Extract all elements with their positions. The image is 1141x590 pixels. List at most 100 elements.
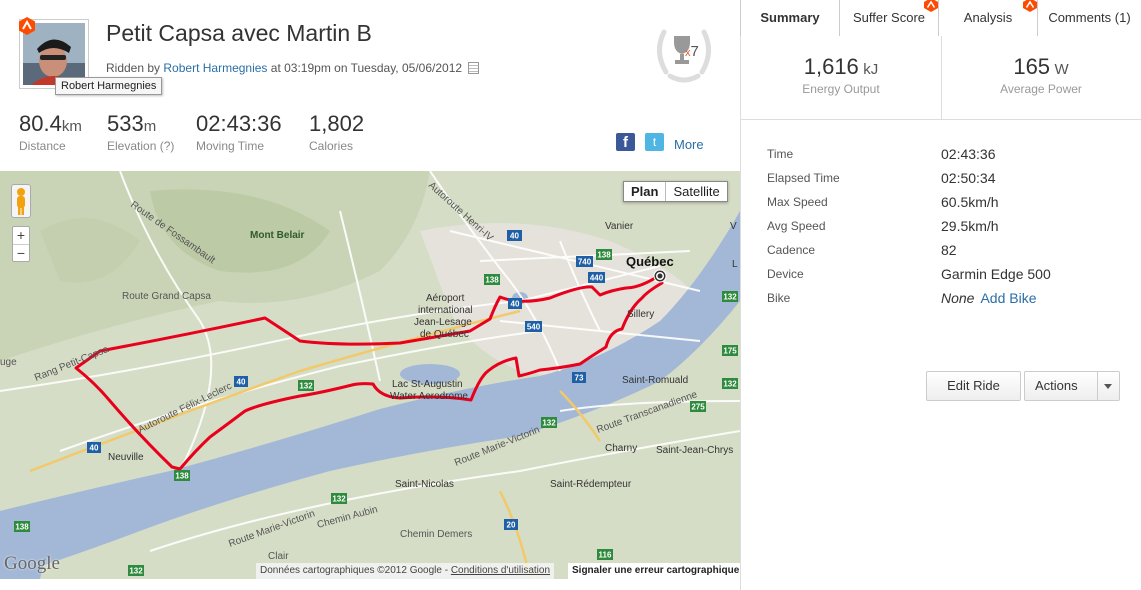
- svg-text:20: 20: [507, 521, 516, 530]
- hwy-shield-20: 20: [504, 519, 518, 530]
- hwy-shield-440: 440: [588, 272, 605, 283]
- label-de-quebec: de Québec: [420, 329, 469, 340]
- hwy-shield-138-a: 138: [596, 249, 612, 260]
- svg-text:138: 138: [15, 523, 29, 532]
- trophy-count: x7: [685, 43, 699, 60]
- map-type-satellite-button[interactable]: Satellite: [666, 182, 726, 201]
- label-jean-lesage: Jean-Lesage: [414, 317, 472, 328]
- activity-tabs: Summary Suffer Score Analysis Comments (…: [740, 0, 1141, 37]
- map-type-control: Plan Satellite: [623, 181, 728, 202]
- hwy-shield-40-d: 40: [87, 442, 101, 453]
- chevron-down-icon: [1104, 384, 1112, 389]
- map-type-plan-button[interactable]: Plan: [624, 182, 667, 201]
- tab-suffer-score[interactable]: Suffer Score: [839, 0, 938, 36]
- hwy-shield-138-c: 138: [174, 470, 190, 481]
- label-charny: Charny: [605, 443, 637, 454]
- premium-badge-icon: [19, 17, 35, 35]
- label-neuville: Neuville: [108, 452, 144, 463]
- hwy-shield-116: 116: [597, 549, 613, 560]
- hwy-shield-132-f: 132: [722, 378, 738, 389]
- map-data-credit: Données cartographiques ©2012 Google -: [260, 565, 449, 576]
- calendar-icon[interactable]: [468, 62, 480, 74]
- label-lac-st-augustin: Lac St-Augustin: [392, 379, 463, 390]
- svg-text:440: 440: [590, 274, 604, 283]
- hwy-shield-138-d: 138: [14, 521, 30, 532]
- route-map[interactable]: 40 740 138 440 540 138 40 138 40 73 132 …: [0, 171, 740, 579]
- bike-value: None: [941, 290, 975, 306]
- label-sillery: Sillery: [627, 309, 654, 320]
- tab-summary[interactable]: Summary: [740, 0, 839, 37]
- svg-text:40: 40: [237, 378, 246, 387]
- svg-text:40: 40: [90, 444, 99, 453]
- label-vanier: Vanier: [605, 221, 634, 232]
- stat-distance: 80.4km Distance: [19, 111, 82, 153]
- label-chemin-demers: Chemin Demers: [400, 529, 472, 540]
- hwy-shield-175: 175: [722, 345, 738, 356]
- hwy-shield-132-b: 132: [331, 493, 347, 504]
- stat-elevation-label[interactable]: Elevation (?): [107, 139, 174, 153]
- svg-text:132: 132: [299, 382, 313, 391]
- hwy-shield-740: 740: [576, 256, 593, 267]
- label-uge: uge: [0, 357, 17, 368]
- svg-text:275: 275: [691, 403, 705, 412]
- map-attribution: Données cartographiques ©2012 Google - C…: [256, 563, 555, 579]
- svg-text:138: 138: [175, 472, 189, 481]
- stat-calories-label: Calories: [309, 139, 354, 153]
- tab-comments[interactable]: Comments (1): [1037, 0, 1141, 36]
- hwy-shield-132-d: 132: [722, 291, 738, 302]
- svg-text:175: 175: [723, 347, 737, 356]
- stat-calories: 1,802 Calories: [309, 111, 365, 153]
- hwy-shield-132-e: 132: [128, 565, 144, 576]
- zoom-control: + −: [12, 226, 30, 262]
- label-quebec: Québec: [626, 254, 674, 269]
- premium-flag-icon: [1023, 0, 1037, 12]
- svg-text:132: 132: [723, 380, 737, 389]
- twitter-share-icon[interactable]: t: [645, 133, 664, 151]
- label-route-grand-capsa: Route Grand Capsa: [122, 291, 211, 302]
- label-international: international: [418, 305, 472, 316]
- ridden-prefix: Ridden by: [106, 61, 161, 75]
- average-power: 165 W Average Power: [1000, 54, 1082, 96]
- label-saint-redempteur: Saint-Rédempteur: [550, 479, 632, 490]
- activity-title: Petit Capsa avec Martin B: [106, 20, 372, 46]
- label-saint-nicolas: Saint-Nicolas: [395, 479, 454, 490]
- svg-text:132: 132: [332, 495, 346, 504]
- svg-text:132: 132: [723, 293, 737, 302]
- share-more-link[interactable]: More: [674, 137, 704, 152]
- label-v: V: [730, 221, 737, 232]
- actions-dropdown-button[interactable]: Actions: [1024, 371, 1120, 401]
- label-mont-belair: Mont Belair: [250, 230, 305, 241]
- power-summary: 1,616 kJ Energy Output 165 W Average Pow…: [740, 36, 1141, 120]
- stat-elevation: 533m Elevation (?): [107, 111, 175, 153]
- svg-text:73: 73: [575, 374, 584, 383]
- label-clair: Clair: [268, 551, 289, 562]
- google-logo[interactable]: Google: [4, 553, 60, 575]
- label-water-aerodrome: Water Aerodrome: [390, 391, 468, 402]
- stat-distance-label: Distance: [19, 139, 66, 153]
- zoom-in-button[interactable]: +: [13, 227, 29, 244]
- street-view-pegman-icon[interactable]: [11, 184, 31, 218]
- label-saint-romuald: Saint-Romuald: [622, 375, 688, 386]
- hwy-shield-73: 73: [572, 372, 586, 383]
- athlete-link[interactable]: Robert Harmegnies: [163, 61, 267, 75]
- hwy-shield-40-c: 40: [234, 376, 248, 387]
- tab-analysis[interactable]: Analysis: [938, 0, 1037, 36]
- terms-link[interactable]: Conditions d'utilisation: [451, 565, 550, 576]
- add-bike-link[interactable]: Add Bike: [980, 290, 1036, 306]
- edit-ride-button[interactable]: Edit Ride: [926, 371, 1021, 401]
- report-map-error-link[interactable]: Signaler une erreur cartographique: [568, 563, 740, 579]
- label-saint-jean-chrys: Saint-Jean-Chrys: [656, 445, 733, 456]
- premium-flag-icon: [924, 0, 938, 12]
- hwy-shield-132-a: 132: [541, 417, 557, 428]
- svg-text:138: 138: [597, 251, 611, 260]
- svg-text:116: 116: [599, 551, 612, 560]
- stat-moving-time: 02:43:36 Moving Time: [196, 111, 282, 153]
- facebook-share-icon[interactable]: f: [616, 133, 635, 151]
- svg-text:132: 132: [129, 567, 143, 576]
- svg-text:740: 740: [578, 258, 592, 267]
- zoom-out-button[interactable]: −: [13, 244, 29, 261]
- hwy-shield-275: 275: [690, 401, 706, 412]
- ride-details: Time 02:43:36 Elapsed Time 02:50:34 Max Sp…: [740, 120, 1141, 590]
- trophy-laurel-icon[interactable]: [650, 18, 718, 86]
- hwy-shield-132-c: 132: [298, 380, 314, 391]
